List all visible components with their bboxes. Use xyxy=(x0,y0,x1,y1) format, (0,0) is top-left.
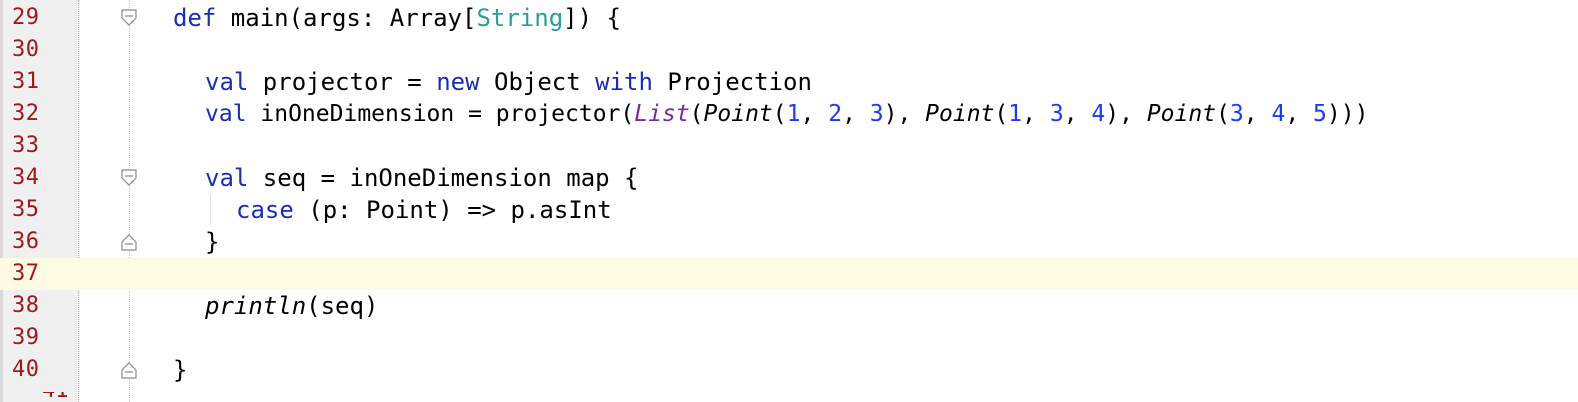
line-number: 32 xyxy=(12,101,40,126)
line-number: 30 xyxy=(12,37,40,62)
code-text: val projector = new Object with Projecti… xyxy=(205,68,812,96)
partial-line-number: 41 xyxy=(34,392,74,402)
code-text: } xyxy=(205,228,220,256)
current-code-line[interactable]: 37 xyxy=(0,258,1578,290)
code-text: case (p: Point) => p.asInt xyxy=(236,196,612,224)
line-number: 38 xyxy=(12,293,40,318)
code-line[interactable]: 35 case (p: Point) => p.asInt xyxy=(0,194,1578,226)
code-line[interactable]: 33 xyxy=(0,130,1578,162)
line-number: 36 xyxy=(12,229,40,254)
fold-close-icon[interactable] xyxy=(121,233,137,251)
code-editor[interactable]: 29 def main(args: Array[String]) { 30 31… xyxy=(0,0,1578,402)
line-number: 35 xyxy=(12,197,40,222)
fold-open-icon[interactable] xyxy=(121,169,137,187)
code-line[interactable]: 39 xyxy=(0,322,1578,354)
indent-guide xyxy=(210,194,211,226)
code-line[interactable]: 38 println(seq) xyxy=(0,290,1578,322)
line-number: 37 xyxy=(12,261,40,286)
fold-open-icon[interactable] xyxy=(121,9,137,27)
code-line[interactable]: 29 def main(args: Array[String]) { xyxy=(0,2,1578,34)
code-line[interactable]: 30 xyxy=(0,34,1578,66)
line-number: 39 xyxy=(12,325,40,350)
code-text: val inOneDimension = projector(List(Poin… xyxy=(205,101,1369,127)
fold-close-icon[interactable] xyxy=(121,361,137,379)
line-number: 33 xyxy=(12,133,40,158)
code-text: } xyxy=(173,356,188,384)
code-line[interactable]: 31 val projector = new Object with Proje… xyxy=(0,66,1578,98)
code-line[interactable]: 32 val inOneDimension = projector(List(P… xyxy=(0,98,1578,130)
line-number: 29 xyxy=(12,5,40,30)
code-text: println(seq) xyxy=(205,292,379,320)
code-line[interactable]: 34 val seq = inOneDimension map { xyxy=(0,162,1578,194)
line-number: 34 xyxy=(12,165,40,190)
code-text: def main(args: Array[String]) { xyxy=(173,4,621,32)
code-line[interactable]: 40 } xyxy=(0,354,1578,386)
line-number: 40 xyxy=(12,357,40,382)
code-line[interactable]: 36 } xyxy=(0,226,1578,258)
line-number: 31 xyxy=(12,69,40,94)
code-text: val seq = inOneDimension map { xyxy=(205,164,639,192)
